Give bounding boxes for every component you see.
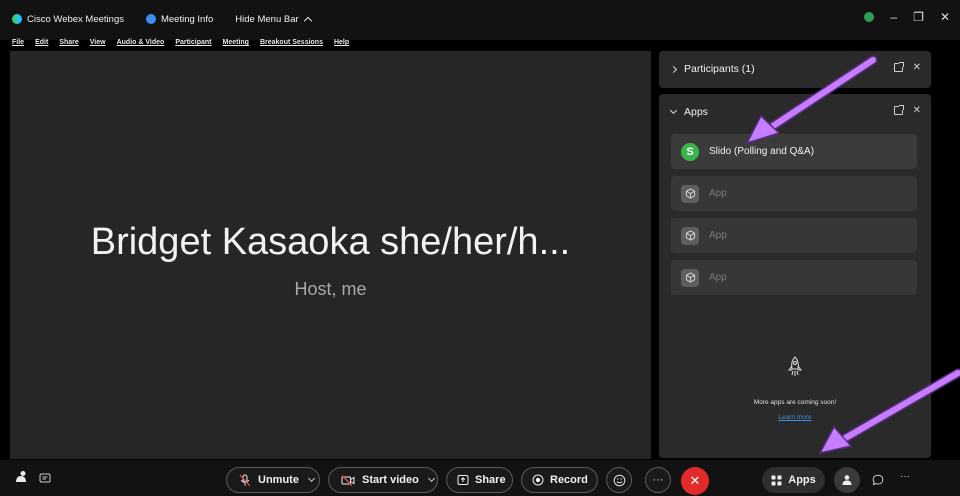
mic-muted-icon [239,474,251,487]
meeting-info-button[interactable]: Meeting Info [145,13,214,25]
cube-icon [681,268,699,287]
share-button[interactable]: Share [446,467,513,493]
reactions-button[interactable] [606,467,632,493]
share-icon [457,474,469,486]
bottom-toolbar: Unmute Start video Share Record ··· ✕ Ap… [0,460,960,496]
presenter-name: Bridget Kasaoka she/her/h... [90,221,571,263]
learn-more-link[interactable]: Learn more [659,414,931,421]
chevron-down-icon [669,106,678,115]
menu-participant[interactable]: Participant [175,39,211,49]
app-item[interactable]: App [671,218,917,253]
menu-help[interactable]: Help [334,39,349,49]
self-view-icon[interactable] [14,470,28,489]
popout-icon[interactable] [893,62,904,72]
presenter-role: Host, me [294,279,367,299]
more-icon: ··· [652,474,664,486]
apps-button[interactable]: Apps [762,467,825,493]
participants-panel-header[interactable]: Participants (1) [669,63,755,75]
end-meeting-button[interactable]: ✕ [681,467,709,495]
hide-menu-bar-label: Hide Menu Bar [235,13,299,25]
maximize-button[interactable]: ❐ [913,10,924,24]
overflow-button[interactable]: ··· [900,471,910,482]
reactions-icon [613,474,625,486]
cube-icon [681,226,699,245]
rocket-icon [659,356,931,383]
app-title: Cisco Webex Meetings [12,14,124,25]
app-item[interactable]: App [671,176,917,211]
close-apps-icon[interactable]: ✕ [913,105,921,116]
status-icon[interactable] [864,12,875,22]
video-stage: Bridget Kasaoka she/her/h... Host, me [10,51,651,459]
apps-panel-header[interactable]: Apps [669,106,708,118]
app-item-label: App [709,230,727,241]
share-label: Share [475,474,506,486]
menu-edit[interactable]: Edit [35,39,48,49]
record-icon [532,474,544,486]
record-button[interactable]: Record [521,467,598,493]
unmute-button[interactable]: Unmute [226,467,320,493]
participants-button[interactable] [834,467,860,493]
participants-panel-actions: ✕ [893,62,921,73]
participants-icon [842,475,852,485]
menu-meeting[interactable]: Meeting [223,39,249,49]
captions-icon[interactable] [39,471,51,489]
apps-title: Apps [684,106,708,118]
slido-icon: S [681,142,699,161]
record-label: Record [550,474,588,486]
menu-share[interactable]: Share [59,39,78,49]
webex-logo-icon [12,14,22,24]
apps-panel-actions: ✕ [893,105,921,116]
info-icon [145,14,156,24]
participants-panel: Participants (1) ✕ [659,51,931,88]
app-item[interactable]: App [671,260,917,295]
close-participants-icon[interactable]: ✕ [913,62,921,73]
video-off-icon [341,474,355,486]
close-button[interactable]: ✕ [940,10,950,24]
coming-soon-section: More apps are coming soon! Learn more [659,356,931,421]
unmute-label: Unmute [258,474,299,486]
coming-soon-text: More apps are coming soon! [753,399,837,406]
chevron-down-icon[interactable] [307,474,315,483]
window-controls: – ❐ ✕ [864,10,950,24]
chevron-right-icon [669,65,678,73]
chevron-down-icon[interactable] [427,474,435,483]
start-video-label: Start video [362,474,419,486]
menu-view[interactable]: View [90,39,106,49]
menu-file[interactable]: File [12,39,24,49]
chevron-up-icon [303,16,312,25]
popout-icon[interactable] [893,105,904,115]
apps-label: Apps [788,474,816,486]
apps-icon [771,475,782,485]
app-item-slido[interactable]: S Slido (Polling and Q&A) [671,134,917,169]
title-bar-row: Cisco Webex Meetings Meeting Info Hide M… [12,10,333,28]
more-options-button[interactable]: ··· [645,467,671,493]
title-bar: Cisco Webex Meetings Meeting Info Hide M… [0,0,960,46]
menu-breakout-sessions[interactable]: Breakout Sessions [260,39,323,49]
cube-icon [681,184,699,203]
participants-title: Participants (1) [684,63,755,75]
meeting-info-label: Meeting Info [160,13,214,25]
start-video-button[interactable]: Start video [328,467,438,493]
menu-bar: File Edit Share View Audio & Video Parti… [12,39,360,49]
app-item-label: App [709,188,727,199]
chat-icon[interactable] [872,473,884,491]
end-call-icon: ✕ [689,473,701,488]
menu-audio-video[interactable]: Audio & Video [117,39,165,49]
app-title-label: Cisco Webex Meetings [27,13,124,25]
app-item-label: App [709,272,727,283]
minimize-button[interactable]: – [890,10,897,24]
apps-panel: Apps ✕ S Slido (Polling and Q&A) App App… [659,94,931,458]
app-item-label: Slido (Polling and Q&A) [709,146,815,157]
hide-menu-bar-button[interactable]: Hide Menu Bar [235,13,312,25]
